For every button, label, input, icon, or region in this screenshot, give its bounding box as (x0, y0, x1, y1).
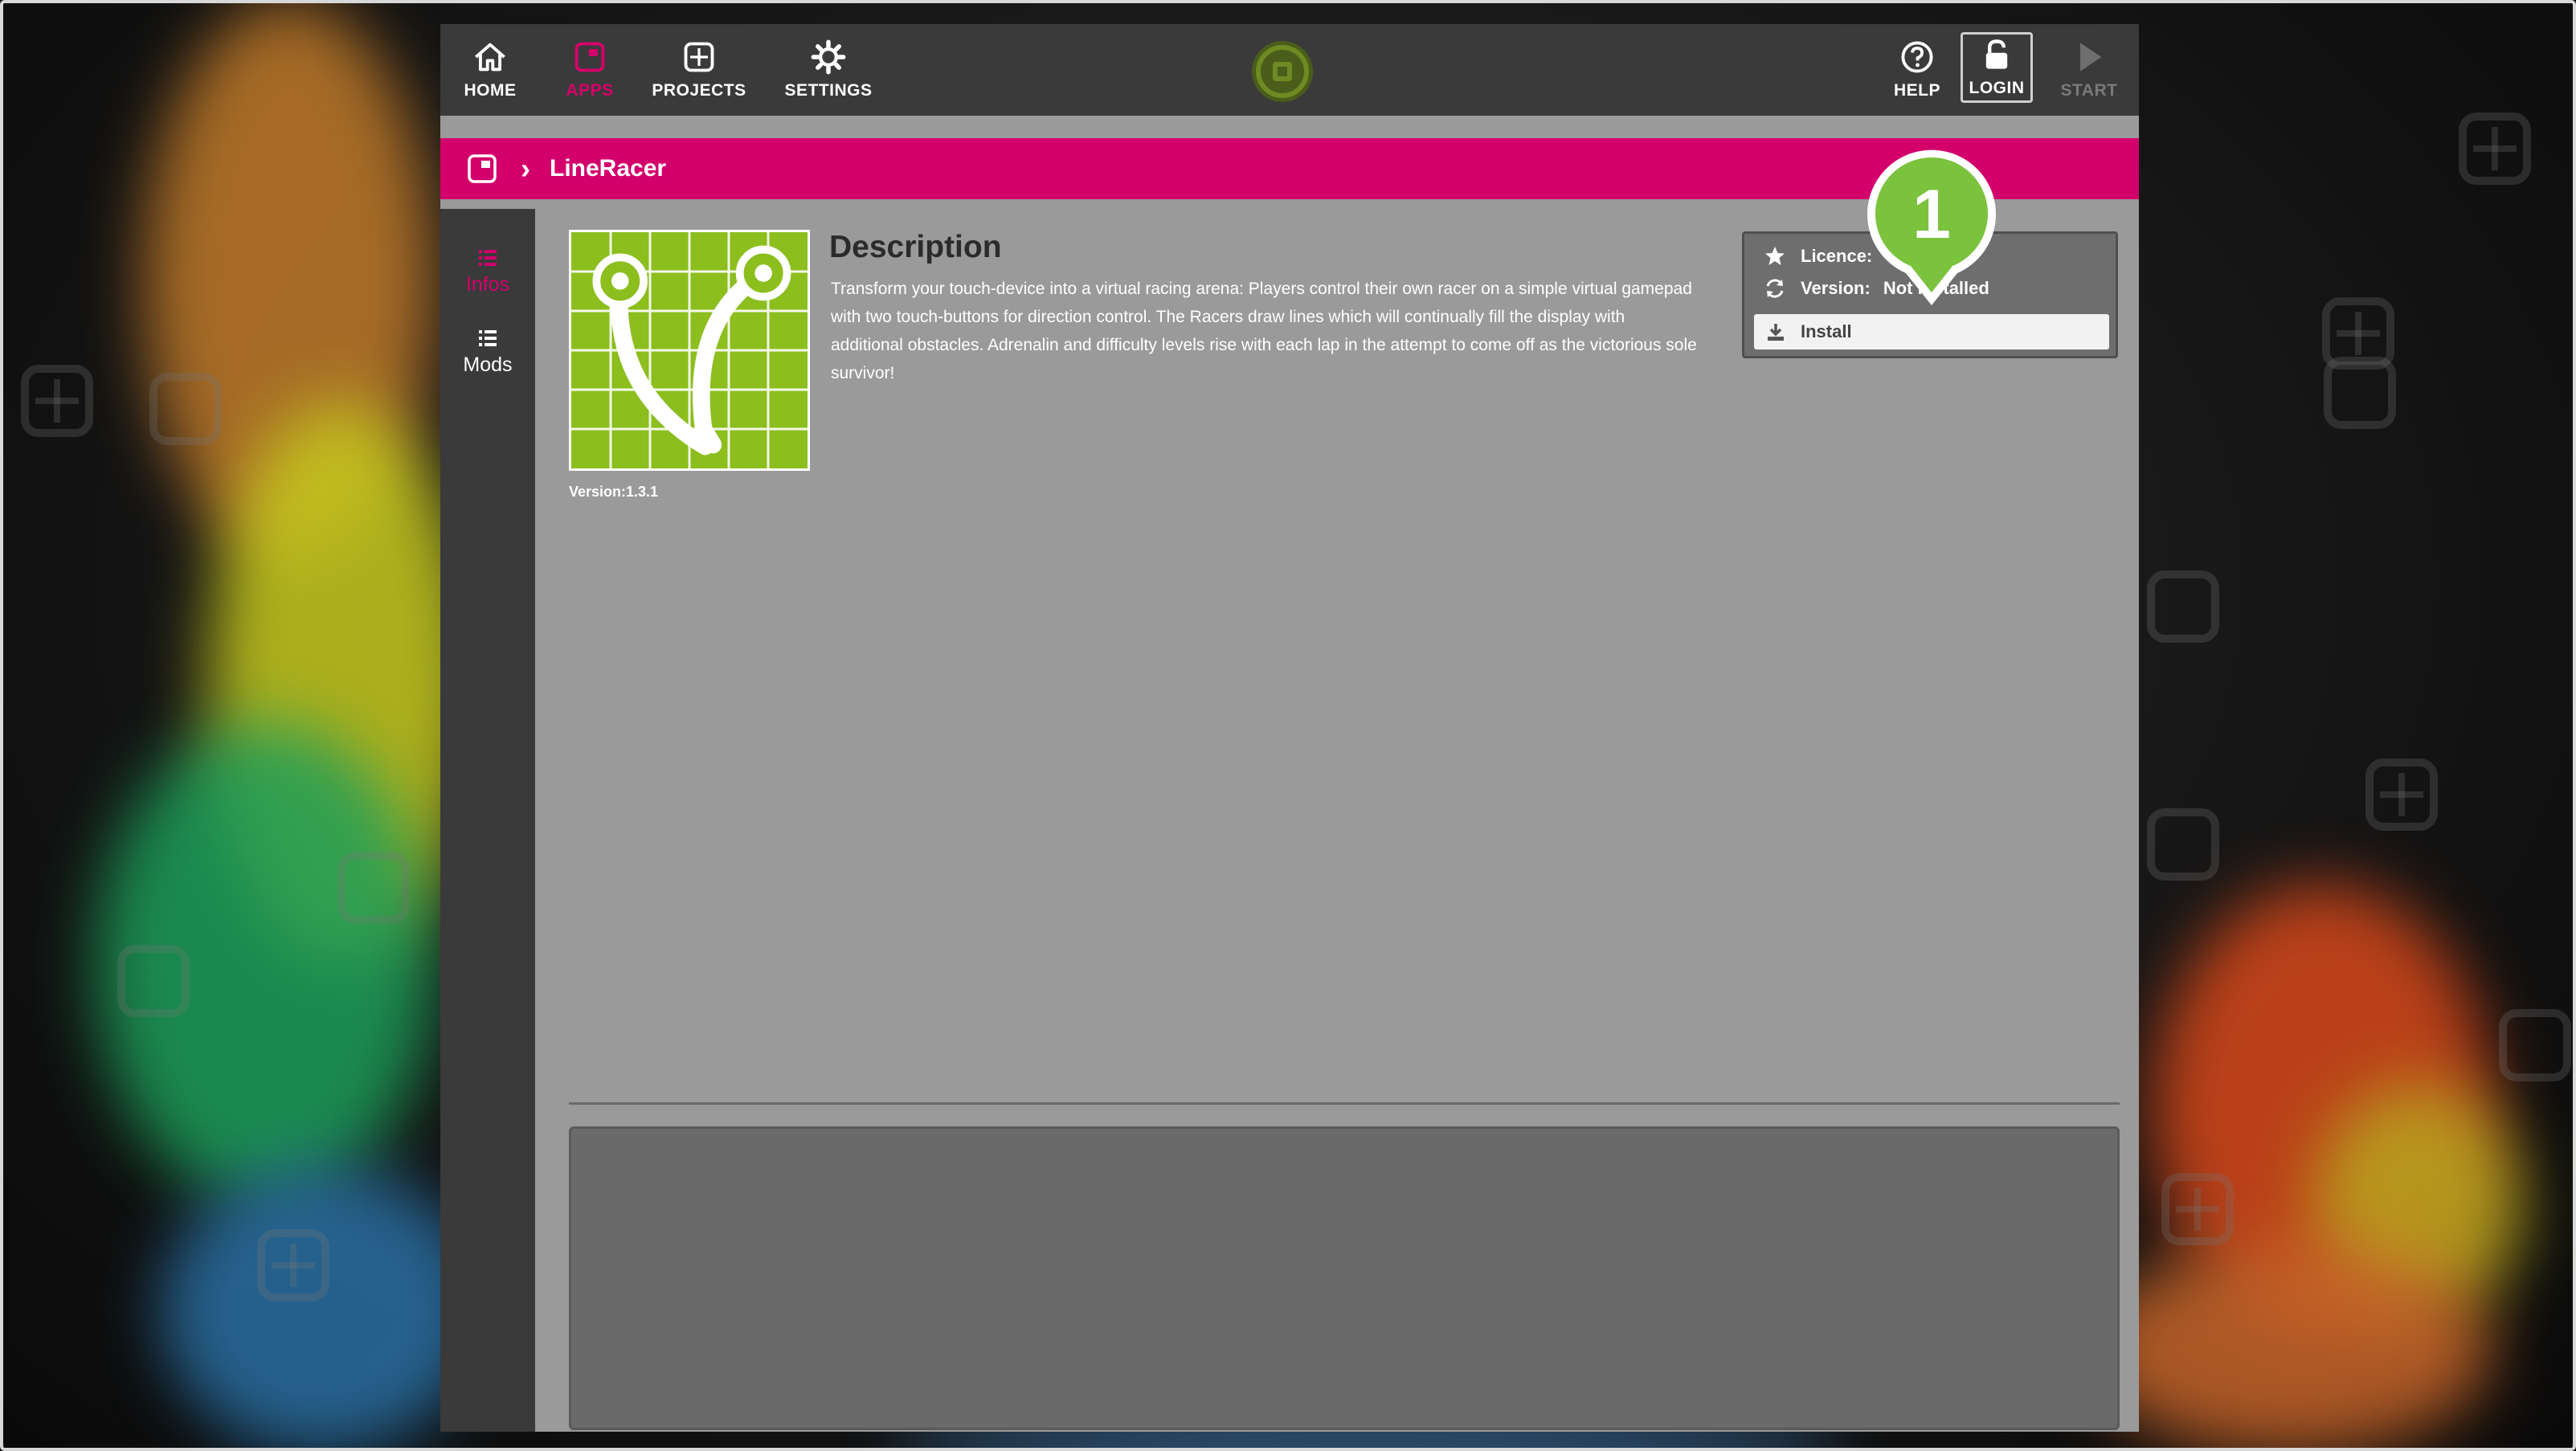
nav-start-label: START (2060, 81, 2118, 100)
install-button-label: Install (1801, 321, 1852, 341)
star-icon (1765, 247, 1785, 265)
nav-apps-label: APPS (566, 81, 614, 100)
brand-logo-icon (1252, 41, 1313, 102)
step-marker-icon: 1 (1867, 149, 1996, 305)
nav-projects-button[interactable]: PROJECTS (648, 24, 750, 116)
nav-home-button[interactable]: HOME (456, 24, 524, 116)
install-button[interactable]: Install (1754, 314, 2109, 349)
chevron-right-icon: › (521, 152, 530, 185)
description-heading: Description (829, 230, 1002, 264)
sidebar-item-label: Mods (463, 354, 513, 376)
screenshots-panel (569, 1126, 2120, 1430)
nav-apps-button[interactable]: APPS (556, 24, 624, 116)
help-icon (1901, 41, 1933, 73)
nav-projects-label: PROJECTS (652, 81, 746, 100)
download-icon (1768, 324, 1784, 341)
nav-settings-button[interactable]: SETTINGS (776, 24, 881, 116)
apps-icon (574, 42, 605, 72)
sidebar: Infos Mods (440, 209, 535, 1432)
version-label: Version: (1801, 278, 1871, 298)
nav-help-label: HELP (1893, 81, 1940, 100)
step-number: 1 (1912, 176, 1951, 253)
gear-icon (811, 39, 846, 75)
nav-home-label: HOME (464, 81, 517, 100)
lineracer-logo-icon (571, 232, 808, 468)
lock-icon (1985, 39, 2008, 69)
app-icon (569, 230, 810, 471)
home-icon (475, 43, 505, 72)
list-icon (479, 330, 497, 346)
top-nav-bar: HOME APPS PROJECTS SETTINGS HELP LOGIN S… (440, 24, 2139, 116)
nav-login-label: LOGIN (1969, 79, 2025, 97)
projects-icon (684, 42, 714, 72)
page-title: LineRacer (550, 155, 667, 182)
nav-settings-label: SETTINGS (784, 81, 873, 100)
main-content: Version:1.3.1 Description Transform your… (548, 209, 2139, 1432)
refresh-icon (1766, 279, 1784, 298)
sidebar-item-infos[interactable]: Infos (440, 247, 535, 296)
nav-help-button[interactable]: HELP (1888, 24, 1946, 116)
sidebar-item-mods[interactable]: Mods (440, 328, 535, 377)
description-text: Transform your touch-device into a virtu… (831, 280, 1697, 382)
app-version-label: Version:1.3.1 (569, 484, 659, 500)
nav-login-button[interactable]: LOGIN (1961, 32, 2033, 103)
list-icon (479, 250, 497, 266)
nav-start-button[interactable]: START (2055, 24, 2123, 116)
content-divider (569, 1102, 2120, 1105)
play-icon (2080, 43, 2102, 72)
licence-row: Licence: (1764, 245, 1872, 268)
apps-icon[interactable] (466, 153, 498, 185)
sidebar-item-label: Infos (465, 273, 510, 296)
